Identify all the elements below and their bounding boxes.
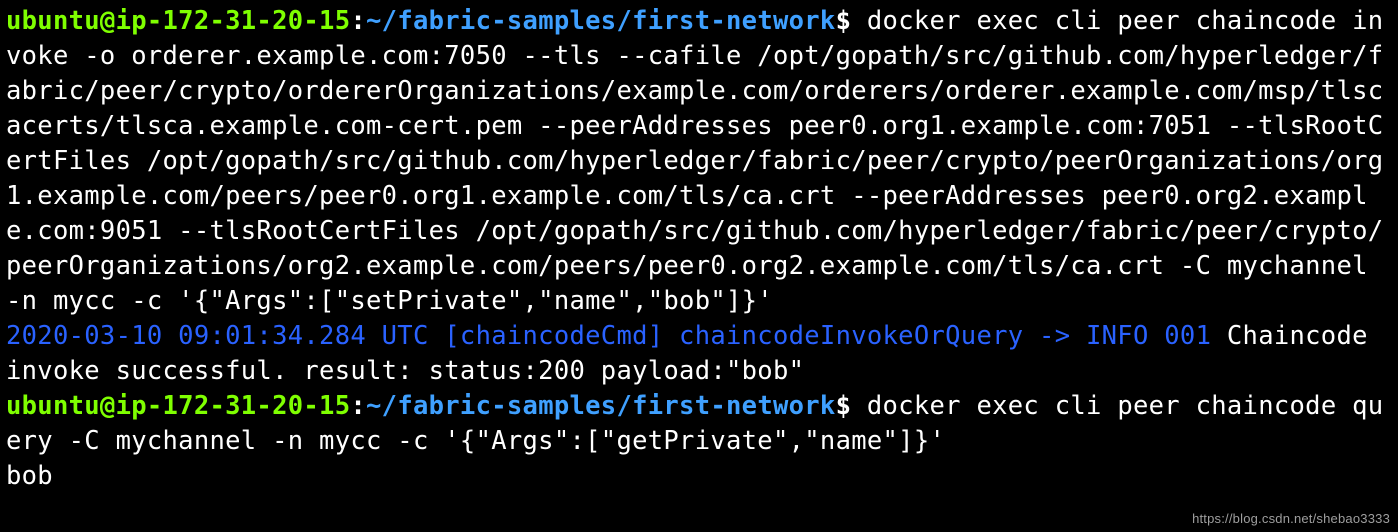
query-result: bob bbox=[6, 461, 53, 491]
watermark-text: https://blog.csdn.net/shebao3333 bbox=[1192, 511, 1390, 526]
log-timestamp-info: 2020-03-10 09:01:34.284 UTC [chaincodeCm… bbox=[6, 321, 1211, 351]
prompt-cwd: ~/fabric-samples/first-network bbox=[366, 391, 836, 421]
command-invoke: docker exec cli peer chaincode invoke -o… bbox=[6, 6, 1383, 316]
prompt-user-host: ubuntu@ip-172-31-20-15 bbox=[6, 6, 350, 36]
prompt-user-host: ubuntu@ip-172-31-20-15 bbox=[6, 391, 350, 421]
prompt-colon: : bbox=[350, 6, 366, 36]
terminal-output[interactable]: ubuntu@ip-172-31-20-15:~/fabric-samples/… bbox=[0, 0, 1398, 494]
prompt-symbol: $ bbox=[836, 391, 852, 421]
prompt-symbol: $ bbox=[836, 6, 852, 36]
prompt-cwd: ~/fabric-samples/first-network bbox=[366, 6, 836, 36]
prompt-colon: : bbox=[350, 391, 366, 421]
